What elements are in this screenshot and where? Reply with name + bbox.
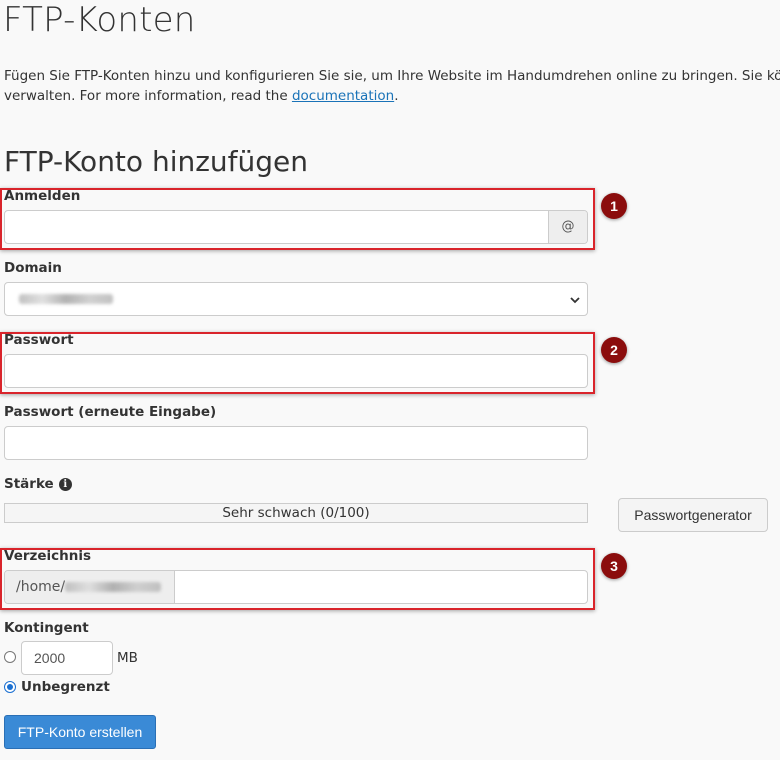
password-repeat-label: Passwort (erneute Eingabe): [4, 404, 217, 420]
quota-label: Kontingent: [4, 620, 89, 636]
quota-unlimited-label[interactable]: Unbegrenzt: [21, 679, 110, 695]
at-sign-addon: @: [548, 211, 587, 243]
annotation-marker-2: 2: [601, 337, 627, 363]
section-title: FTP-Konto hinzufügen: [4, 145, 309, 178]
login-label: Anmelden: [4, 188, 81, 204]
directory-label: Verzeichnis: [4, 548, 92, 564]
annotation-marker-1: 1: [601, 193, 627, 219]
quota-limited-radio[interactable]: [4, 651, 16, 663]
home-path-prefix: /home/: [16, 579, 66, 595]
intro-line-2-prefix: verwalten. For more information, read th…: [4, 88, 288, 104]
intro-line-1: Fügen Sie FTP-Konten hinzu und konfiguri…: [4, 68, 780, 84]
strength-meter: Sehr schwach (0/100): [4, 503, 588, 523]
password-label: Passwort: [4, 332, 74, 348]
home-path-addon: /home/: [5, 571, 175, 603]
directory-input-group: /home/: [4, 570, 588, 604]
chevron-down-icon: [570, 297, 580, 304]
intro-text: Fügen Sie FTP-Konten hinzu und konfiguri…: [4, 66, 780, 106]
password-repeat-input[interactable]: [4, 426, 588, 460]
home-path-redacted: [65, 582, 162, 592]
page-title: FTP-Konten: [3, 0, 196, 40]
create-ftp-account-button[interactable]: FTP-Konto erstellen: [4, 715, 156, 749]
login-input[interactable]: [5, 211, 548, 243]
password-input[interactable]: [4, 354, 588, 388]
login-input-group: @: [4, 210, 588, 244]
quota-unit: MB: [117, 650, 138, 666]
directory-input[interactable]: [175, 571, 587, 603]
quota-input[interactable]: [21, 641, 113, 675]
strength-label: Stärke: [4, 476, 54, 492]
domain-label: Domain: [4, 260, 62, 276]
strength-label-row: Stärke i: [4, 476, 72, 492]
domain-value-redacted: [19, 294, 113, 304]
annotation-marker-3: 3: [601, 553, 627, 579]
intro-line-2-suffix: .: [394, 88, 399, 104]
documentation-link[interactable]: documentation: [292, 88, 394, 104]
password-generator-button[interactable]: Passwortgenerator: [618, 498, 768, 532]
info-icon[interactable]: i: [58, 477, 72, 491]
intro-line-2: verwalten. For more information, read th…: [4, 86, 780, 106]
strength-text: Sehr schwach (0/100): [222, 505, 370, 521]
quota-unlimited-radio[interactable]: [4, 681, 16, 693]
domain-select[interactable]: [4, 282, 588, 316]
